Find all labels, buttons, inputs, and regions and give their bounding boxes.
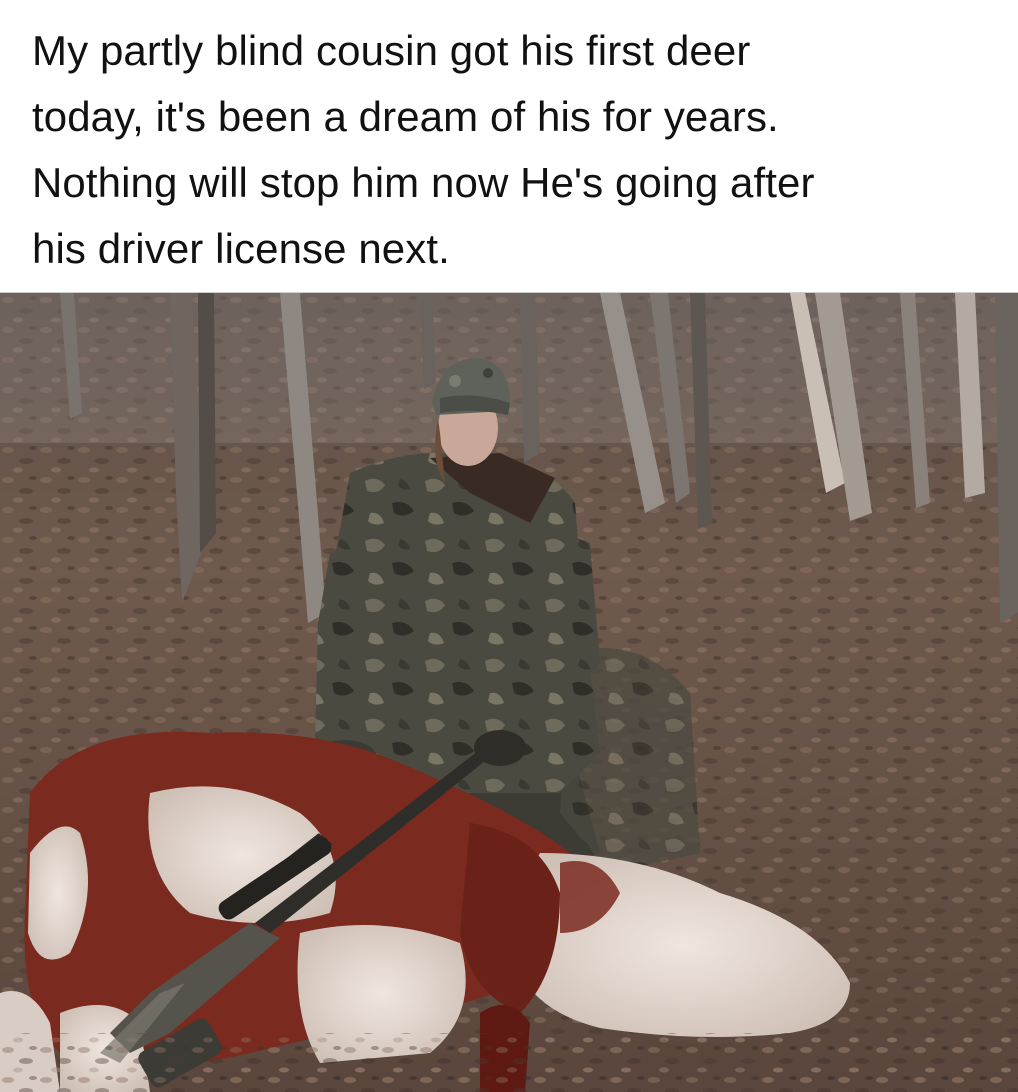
caption-line-3: Nothing will stop him now He's going aft…: [32, 159, 815, 206]
caption-line-1: My partly blind cousin got his first dee…: [32, 27, 751, 74]
photo-illustration: [0, 293, 1018, 1092]
hunting-photo: [0, 292, 1018, 1092]
meme-post: My partly blind cousin got his first dee…: [0, 0, 1018, 1092]
meme-caption: My partly blind cousin got his first dee…: [0, 0, 1018, 292]
caption-line-2: today, it's been a dream of his for year…: [32, 93, 779, 140]
caption-line-4: his driver license next.: [32, 225, 450, 272]
